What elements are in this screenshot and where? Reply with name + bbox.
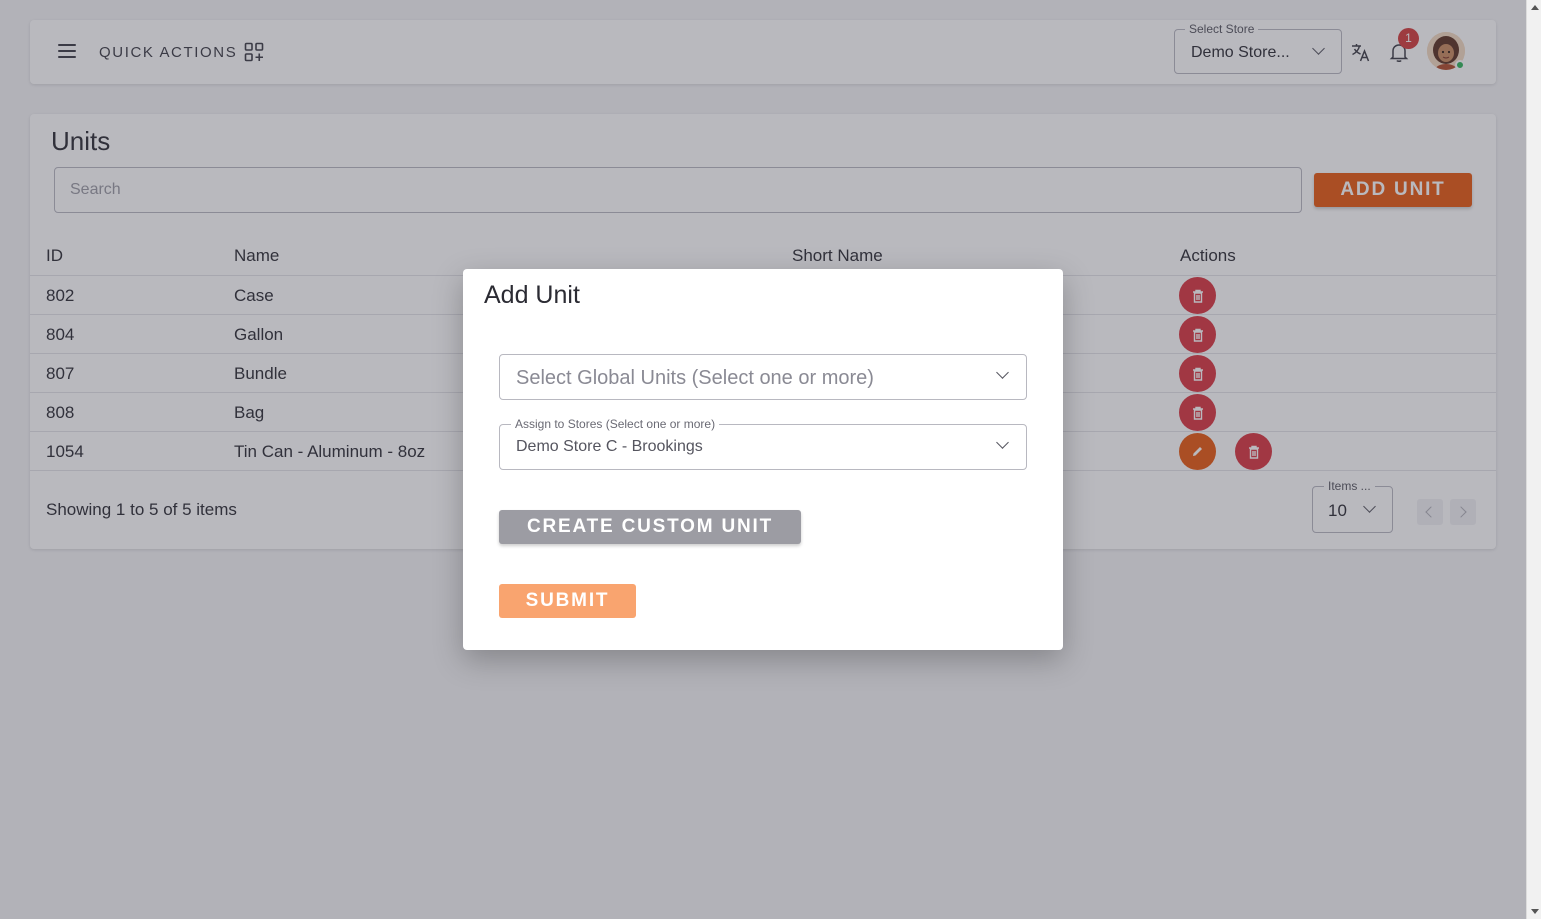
assign-stores-select[interactable]: Assign to Stores (Select one or more) De… — [499, 417, 1027, 470]
assign-stores-value: Demo Store C - Brookings — [516, 438, 703, 455]
assign-stores-legend: Assign to Stores (Select one or more) — [511, 417, 720, 431]
chevron-down-icon — [996, 436, 1009, 449]
create-custom-unit-button[interactable]: CREATE CUSTOM UNIT — [499, 510, 801, 544]
modal-title: Add Unit — [484, 281, 580, 309]
chevron-down-icon — [996, 366, 1009, 379]
scroll-up-icon[interactable] — [1531, 5, 1539, 10]
vertical-scrollbar[interactable] — [1526, 0, 1541, 919]
global-units-select[interactable]: Select Global Units (Select one or more) — [499, 354, 1027, 400]
page: QUICK ACTIONS Select Store Demo Store...… — [0, 0, 1526, 919]
submit-button[interactable]: SUBMIT — [499, 584, 636, 618]
global-units-placeholder: Select Global Units (Select one or more) — [516, 367, 874, 389]
scroll-down-icon[interactable] — [1531, 909, 1539, 914]
add-unit-modal: Add Unit Select Global Units (Select one… — [463, 269, 1063, 650]
